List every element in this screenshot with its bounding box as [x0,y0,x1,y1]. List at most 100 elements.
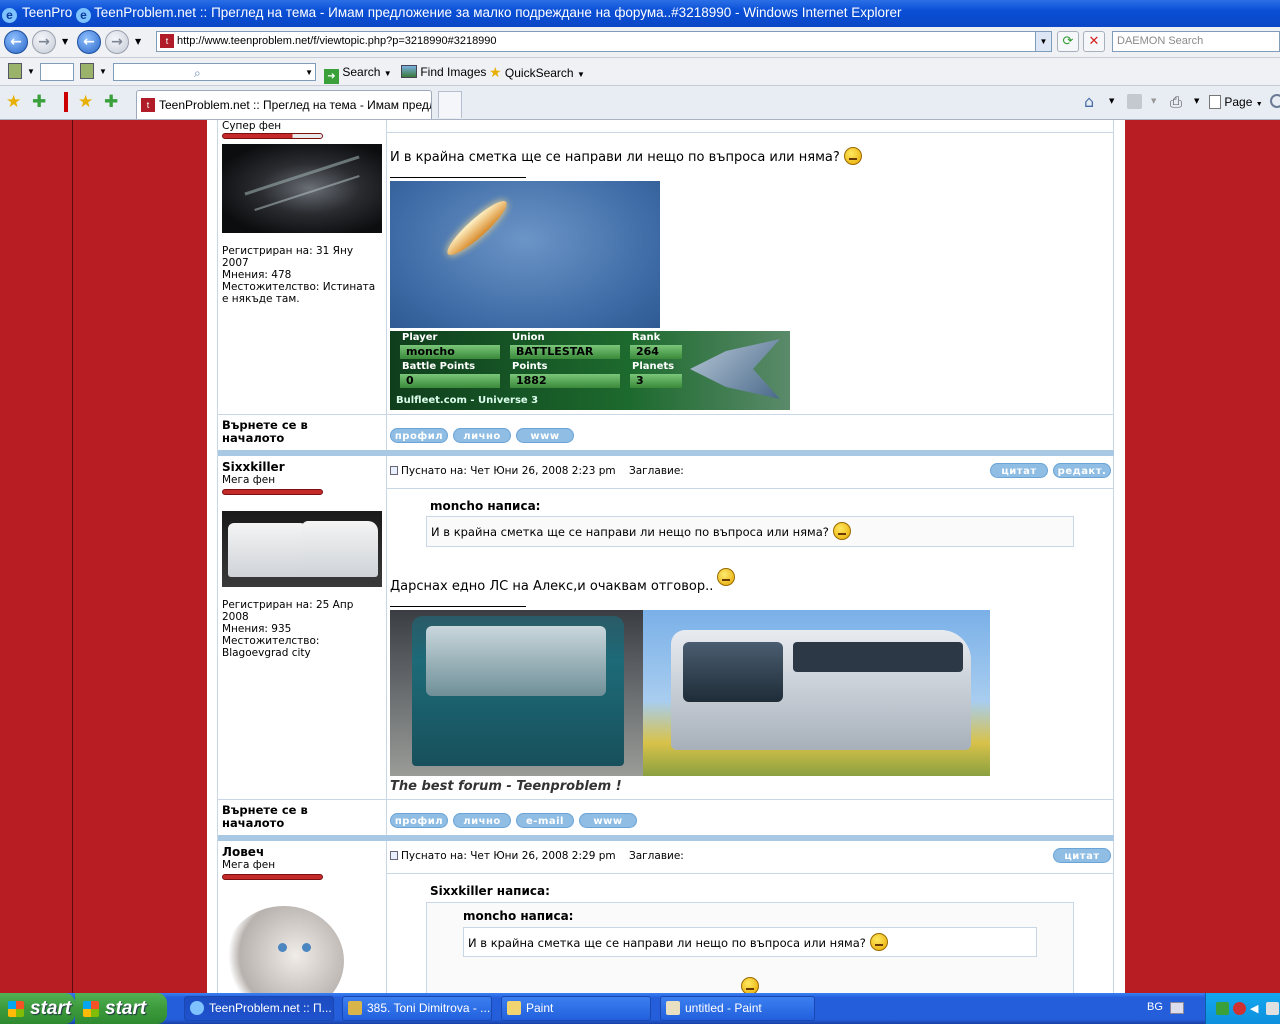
www-button[interactable]: www [516,428,574,443]
www-button[interactable]: www [579,813,637,828]
profile-button[interactable]: профил [390,813,448,828]
windows-logo-icon [8,1001,24,1017]
signature-image-bus-silver [643,610,990,776]
email-button[interactable]: e-mail [516,813,574,828]
taskbar-item-paint[interactable]: untitled - Paint [660,996,815,1021]
search-dropdown-icon[interactable]: ▼ [384,69,392,78]
bus-windshield [683,642,783,702]
angry-smiley-icon [869,933,888,951]
signature-image-bus-teal [390,610,643,776]
post-date: Пуснато на: Чет Юни 26, 2008 2:29 pm [401,850,616,862]
bus-side-windows [793,642,963,672]
taskbar-item-label: 385. Toni Dimitrova - ... [367,1001,491,1015]
toolbar-dropdown-icon[interactable]: ▼ [27,63,35,81]
quote-button[interactable]: цитат [990,463,1048,478]
row-divider [218,799,1114,800]
back-to-top-link[interactable]: Върнете се в началото [222,804,342,830]
tray-app-icon[interactable] [1216,1002,1229,1015]
banner-rank-value: 264 [630,345,682,359]
start-button[interactable]: start [0,993,75,1024]
banner-planets-label: Planets [632,361,675,372]
username[interactable]: Ловеч [222,845,264,859]
game-banner: Player Union Rank moncho BATTLESTAR 264 … [390,331,790,410]
add-favorites-icon-2[interactable]: ✚ [104,92,118,112]
navigation-bar: ← → ▼ ← → ▼ t http://www.teenproblem.net… [0,27,1280,58]
back-to-top-link[interactable]: Върнете се в началото [222,419,342,445]
new-tab-button[interactable] [438,91,462,118]
toolbar-logo-icon-2[interactable] [80,63,94,79]
tools-gear-icon[interactable] [1270,94,1280,108]
eye-shape [302,943,311,952]
keyboard-icon[interactable] [1170,1002,1184,1014]
start-button-2[interactable]: start [75,993,167,1024]
history-dropdown-icon[interactable]: ▼ [62,37,68,46]
add-favorites-icon[interactable]: ✚ [32,92,46,112]
refresh-icon[interactable]: ⟳ [1057,31,1079,52]
user-avatar [222,144,382,233]
tray-shield-icon[interactable] [1233,1002,1246,1015]
toolbar-dropdown-icon-2[interactable]: ▼ [99,63,107,81]
signature-separator [390,177,526,178]
stop-icon[interactable]: ✕ [1083,31,1105,52]
taskbar-item-document[interactable]: 385. Toni Dimitrova - ... [342,996,492,1021]
quicksearch-dropdown-icon[interactable]: ▼ [577,70,585,79]
volume-icon[interactable]: ◀ [1250,1002,1263,1015]
overlapping-window-edge [72,120,73,993]
toolbar-small-input[interactable] [40,63,74,81]
search-input[interactable]: DAEMON Search [1112,31,1280,52]
home-icon[interactable]: ⌂ [1084,92,1094,111]
feed-dropdown-icon[interactable]: ▼ [1151,97,1156,105]
page-menu-button[interactable]: Page ▼ [1209,95,1263,109]
profile-button[interactable]: профил [390,428,448,443]
pm-button[interactable]: лично [453,813,511,828]
back-button-2[interactable]: ← [77,30,101,54]
find-images-button[interactable]: Find Images [401,63,486,81]
post-icon[interactable] [390,466,398,475]
search-button[interactable]: ➜ Search ▼ [324,63,392,84]
favorites-star-icon-2[interactable]: ★ [78,92,93,112]
home-dropdown-icon[interactable]: ▼ [1109,97,1114,105]
print-icon[interactable]: ⎙ [1170,93,1182,111]
favorites-star-icon[interactable]: ★ [6,92,21,112]
avatar-streak [244,155,360,196]
user-avatar-child [222,896,382,993]
banner-battle-label: Battle Points [402,361,476,372]
overlapping-tab-marker [64,92,68,112]
taskbar-item-ie[interactable]: TeenProblem.net :: П... [184,996,334,1021]
language-indicator[interactable]: BG [1147,1001,1163,1013]
search-toolbar: ▼ ▼ ⌕ ▼ ➜ Search ▼ Find Images ★ QuickSe… [0,58,1280,86]
post-icon[interactable] [390,851,398,860]
toolbar-search-input[interactable]: ⌕ ▼ [113,63,316,81]
user-post-count: Мнения: 935 [222,623,292,635]
pm-button[interactable]: лично [453,428,511,443]
page-menu-label: Page [1224,95,1253,109]
back-button[interactable]: ← [4,30,28,54]
tab-teenproblem[interactable]: t TeenProblem.net :: Преглед на тема - И… [136,90,432,119]
quote-button[interactable]: цитат [1053,848,1111,863]
overlapping-window-title: TeenPro [22,5,72,20]
print-dropdown-icon[interactable]: ▼ [1194,97,1199,105]
history-dropdown-icon-2[interactable]: ▼ [135,37,141,46]
banner-player-value: moncho [400,345,500,359]
quicksearch-button[interactable]: ★ QuickSearch ▼ [489,63,585,81]
username[interactable]: Sixxkiller [222,460,285,474]
topic-table: Супер фен Регистриран на: 31 Яну 2007 Мн… [217,120,1114,993]
spaceship-shape [441,195,513,261]
toolbar-search-dropdown-icon[interactable]: ▼ [305,64,313,82]
address-bar[interactable]: t http://www.teenproblem.net/f/viewtopic… [156,31,1052,52]
image-icon [401,65,417,78]
post-text: И в крайна сметка ще се направи ли нещо … [390,147,862,165]
forward-button[interactable]: → [32,30,56,54]
signature-separator [390,606,526,607]
address-dropdown-icon[interactable]: ▼ [1035,32,1051,51]
taskbar-item-paint-folder[interactable]: Paint [501,996,651,1021]
rss-feed-icon[interactable] [1127,94,1142,109]
forward-button-2[interactable]: → [105,30,129,54]
banner-points-value: 1882 [510,374,620,388]
user-registered: Регистриран на: 31 Яну 2007 [222,245,354,269]
post-separator [218,450,1114,456]
post-meta: Пуснато на: Чет Юни 26, 2008 2:23 pm Заг… [390,465,684,477]
tray-network-icon[interactable] [1266,1002,1279,1015]
toolbar-logo-icon[interactable] [8,63,22,79]
edit-button[interactable]: редакт. [1053,463,1111,478]
